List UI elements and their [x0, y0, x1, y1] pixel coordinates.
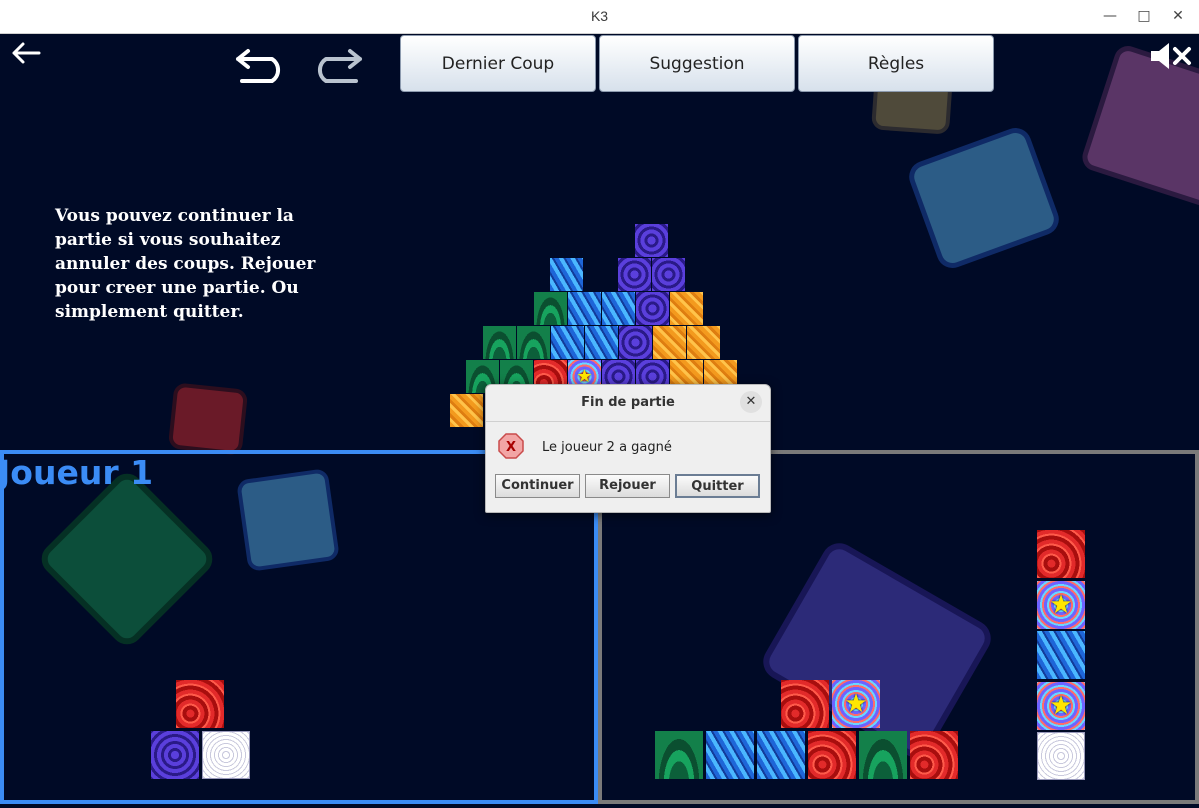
decorative-square: [904, 123, 1064, 273]
orange-tile[interactable]: [687, 326, 720, 359]
undo-icon[interactable]: [234, 43, 290, 85]
blue-tile[interactable]: [585, 326, 618, 359]
replay-button[interactable]: Rejouer: [585, 474, 670, 498]
star-tile[interactable]: ★: [1037, 681, 1085, 730]
star-tile[interactable]: ★: [832, 680, 880, 728]
dialog-message: Le joueur 2 a gagné: [542, 440, 672, 455]
error-letter: X: [506, 440, 516, 455]
close-icon[interactable]: ✕: [740, 391, 762, 413]
window-title: K3: [590, 8, 609, 24]
red-tile[interactable]: [1037, 530, 1085, 578]
red-tile[interactable]: [781, 680, 829, 728]
game-area: Dernier Coup Suggestion Règles Vous pouv…: [0, 34, 1199, 808]
dialog-title: Fin de partie: [581, 395, 675, 410]
blue-tile[interactable]: [568, 292, 601, 325]
game-over-message: Vous pouvez continuer la partie si vous …: [55, 206, 316, 322]
orange-tile[interactable]: [670, 292, 703, 325]
red-tile[interactable]: [808, 731, 856, 779]
purple-tile[interactable]: [151, 731, 199, 779]
dialog-divider: [486, 421, 770, 422]
suggestion-button[interactable]: Suggestion: [599, 35, 795, 92]
orange-tile[interactable]: [450, 394, 483, 427]
green-tile[interactable]: [655, 731, 703, 779]
green-tile[interactable]: [859, 731, 907, 779]
continue-button[interactable]: Continuer: [495, 474, 580, 498]
red-tile[interactable]: [176, 680, 224, 728]
white-tile[interactable]: [1037, 732, 1085, 780]
green-tile[interactable]: [517, 326, 550, 359]
arrow-left-icon[interactable]: [10, 40, 42, 66]
decorative-square: [167, 382, 249, 456]
minimize-icon[interactable]: —: [1096, 4, 1124, 28]
player1-name: Joueur 1: [0, 453, 154, 492]
close-icon[interactable]: ✕: [1164, 4, 1192, 28]
maximize-icon[interactable]: □: [1130, 4, 1158, 28]
blue-tile[interactable]: [757, 731, 805, 779]
green-tile[interactable]: [534, 292, 567, 325]
star-tile[interactable]: ★: [1037, 580, 1085, 629]
blue-tile[interactable]: [550, 258, 583, 291]
window-titlebar: K3 — □ ✕: [0, 0, 1199, 34]
orange-tile[interactable]: [653, 326, 686, 359]
decorative-square: [236, 468, 340, 572]
end-game-dialog: Fin de partie ✕ X Le joueur 2 a gagné Co…: [485, 384, 771, 513]
quit-button[interactable]: Quitter: [675, 474, 760, 498]
blue-tile[interactable]: [706, 731, 754, 779]
error-octagon-icon: X: [498, 433, 524, 459]
purple-tile[interactable]: [635, 224, 668, 257]
blue-tile[interactable]: [551, 326, 584, 359]
redo-icon[interactable]: [308, 43, 364, 85]
decorative-square: [756, 536, 998, 764]
decorative-square: [35, 467, 219, 651]
last-move-button[interactable]: Dernier Coup: [400, 35, 596, 92]
rules-button[interactable]: Règles: [798, 35, 994, 92]
white-tile[interactable]: [202, 731, 250, 779]
purple-tile[interactable]: [618, 258, 651, 291]
red-tile[interactable]: [910, 731, 958, 779]
purple-tile[interactable]: [636, 292, 669, 325]
purple-tile[interactable]: [652, 258, 685, 291]
purple-tile[interactable]: [619, 326, 652, 359]
speaker-muted-icon[interactable]: [1149, 41, 1193, 71]
green-tile[interactable]: [483, 326, 516, 359]
blue-tile[interactable]: [602, 292, 635, 325]
blue-tile[interactable]: [1037, 631, 1085, 679]
